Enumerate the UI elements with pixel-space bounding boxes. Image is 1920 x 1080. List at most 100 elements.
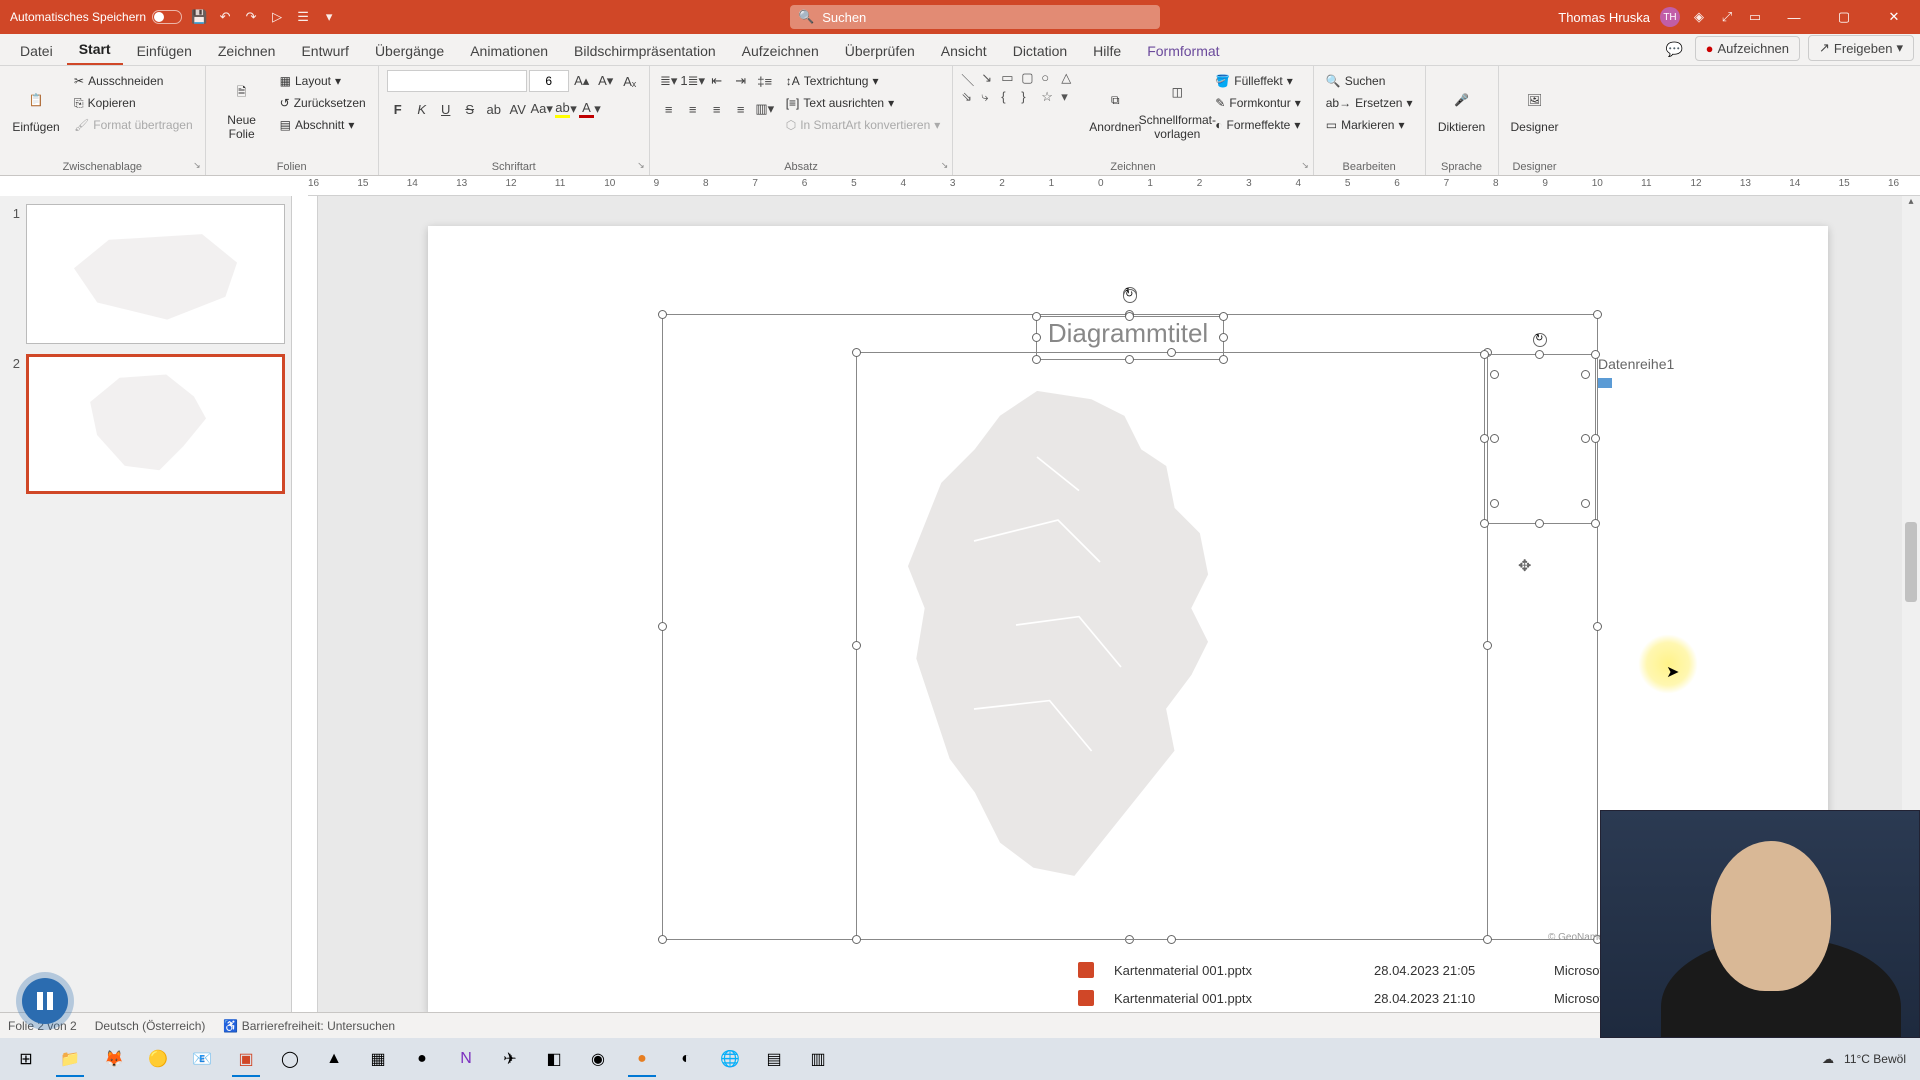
font-launcher-icon[interactable]: ↘ — [637, 160, 645, 171]
dictate-button[interactable]: 🎤Diktieren — [1434, 70, 1490, 148]
resize-handle[interactable] — [1480, 350, 1489, 359]
resize-handle[interactable] — [658, 935, 667, 944]
resize-handle[interactable] — [1219, 333, 1228, 342]
shape-rect-icon[interactable]: ▭ — [1001, 70, 1021, 89]
shape-arrow-icon[interactable]: ↘ — [981, 70, 1001, 89]
resize-handle[interactable] — [1480, 434, 1489, 443]
autosave-toggle[interactable]: Automatisches Speichern — [10, 10, 182, 24]
drawing-launcher-icon[interactable]: ↘ — [1301, 160, 1309, 171]
taskbar-obs-icon[interactable]: ◉ — [578, 1041, 618, 1077]
ribbon-display-icon[interactable]: ⤢ — [1718, 8, 1736, 26]
shadow-button[interactable]: ab — [483, 98, 505, 120]
qat-customize-icon[interactable]: ▾ — [320, 8, 338, 26]
shape-fill-button[interactable]: 🪣Fülleffekt▾ — [1211, 70, 1304, 92]
tab-animations[interactable]: Animationen — [458, 37, 560, 65]
coming-soon-icon[interactable]: ◈ — [1690, 8, 1708, 26]
char-spacing-icon[interactable]: AV — [507, 98, 529, 120]
user-avatar[interactable]: TH — [1660, 7, 1680, 27]
taskbar-vlc-icon[interactable]: ▲ — [314, 1041, 354, 1077]
undo-icon[interactable]: ↶ — [216, 8, 234, 26]
text-direction-button[interactable]: ↕ATextrichtung▾ — [782, 70, 945, 92]
tab-home[interactable]: Start — [67, 35, 123, 65]
font-color-button[interactable]: A▾ — [579, 98, 601, 120]
resize-handle[interactable] — [1535, 350, 1544, 359]
resize-handle[interactable] — [1591, 434, 1600, 443]
shape-triangle-icon[interactable]: △ — [1061, 70, 1081, 89]
change-case-icon[interactable]: Aa▾ — [531, 98, 553, 120]
select-button[interactable]: ▭Markieren▾ — [1322, 114, 1417, 136]
align-center-icon[interactable]: ≡ — [682, 98, 704, 120]
resize-handle[interactable] — [1032, 333, 1041, 342]
comments-icon[interactable]: 💬 — [1663, 37, 1687, 61]
paragraph-launcher-icon[interactable]: ↘ — [941, 160, 949, 171]
tab-help[interactable]: Hilfe — [1081, 37, 1133, 65]
resize-handle[interactable] — [1591, 519, 1600, 528]
taskbar-app2-icon[interactable]: ▦ — [358, 1041, 398, 1077]
align-text-button[interactable]: [≡]Text ausrichten▾ — [782, 92, 945, 114]
section-button[interactable]: ▤Abschnitt▾ — [276, 114, 370, 136]
thumbnail-slide-1[interactable]: 1 — [6, 204, 285, 344]
taskbar-outlook-icon[interactable]: 📧 — [182, 1041, 222, 1077]
share-button[interactable]: ↗Freigeben▾ — [1808, 35, 1914, 61]
tab-view[interactable]: Ansicht — [929, 37, 999, 65]
bold-button[interactable]: F — [387, 98, 409, 120]
taskbar-edge-icon[interactable]: 🌐 — [710, 1041, 750, 1077]
reset-button[interactable]: ↺Zurücksetzen — [276, 92, 370, 114]
user-name[interactable]: Thomas Hruska — [1558, 10, 1650, 25]
shape-line-icon[interactable]: ＼ — [961, 70, 981, 89]
weather-icon[interactable]: ☁ — [1822, 1052, 1834, 1066]
taskbar-recording-icon[interactable]: ● — [622, 1041, 662, 1077]
taskbar-powerpoint-icon[interactable]: ▣ — [226, 1041, 266, 1077]
tab-dictation[interactable]: Dictation — [1001, 37, 1079, 65]
shape-effects-button[interactable]: ◐Formeffekte▾ — [1211, 114, 1304, 136]
chart-title[interactable]: Diagrammtitel — [1048, 318, 1208, 349]
strike-button[interactable]: S — [459, 98, 481, 120]
quick-styles-button[interactable]: ◫Schnellformat-vorlagen — [1149, 70, 1205, 148]
resize-handle[interactable] — [1219, 312, 1228, 321]
shape-line2-icon[interactable]: ⇘ — [961, 89, 981, 105]
autosave-switch-icon[interactable] — [152, 10, 182, 24]
shape-rbrace-icon[interactable]: } — [1021, 89, 1041, 105]
system-tray[interactable]: ☁ 11°C Bewöl — [1822, 1052, 1914, 1066]
chart-legend[interactable]: Datenreihe1 — [1598, 356, 1708, 388]
thumbnail-slide-2[interactable]: 2 — [6, 354, 285, 494]
rotate-handle-icon[interactable] — [1123, 289, 1137, 303]
find-button[interactable]: 🔍Suchen — [1322, 70, 1417, 92]
scrollbar-thumb[interactable] — [1905, 522, 1917, 602]
arrange-button[interactable]: ⧉Anordnen — [1087, 70, 1143, 148]
record-button[interactable]: ●Aufzeichnen — [1695, 36, 1800, 61]
highlight-color-button[interactable]: ab▾ — [555, 98, 577, 120]
tab-shape-format[interactable]: Formformat — [1135, 37, 1231, 65]
scroll-up-icon[interactable]: ▴ — [1902, 196, 1920, 214]
resize-handle[interactable] — [1490, 499, 1499, 508]
bullets-icon[interactable]: ≣▾ — [658, 70, 680, 92]
resize-handle[interactable] — [1483, 641, 1492, 650]
taskbar-telegram-icon[interactable]: ✈ — [490, 1041, 530, 1077]
resize-handle[interactable] — [1581, 370, 1590, 379]
taskbar-app4-icon[interactable]: ◧ — [534, 1041, 574, 1077]
align-right-icon[interactable]: ≡ — [706, 98, 728, 120]
taskbar-firefox-icon[interactable]: 🦊 — [94, 1041, 134, 1077]
resize-handle[interactable] — [1593, 310, 1602, 319]
taskbar-app-icon[interactable]: ◯ — [270, 1041, 310, 1077]
new-slide-button[interactable]: 🗎 Neue Folie — [214, 70, 270, 148]
maximize-button[interactable]: ▢ — [1824, 0, 1864, 34]
taskbar-app5-icon[interactable]: ◐ — [666, 1041, 706, 1077]
resize-handle[interactable] — [1490, 434, 1499, 443]
shape-star-icon[interactable]: ☆ — [1041, 89, 1061, 105]
font-name-input[interactable] — [387, 70, 527, 92]
taskbar-app6-icon[interactable]: ▤ — [754, 1041, 794, 1077]
recording-pause-button[interactable] — [22, 978, 68, 1024]
tab-file[interactable]: Datei — [8, 37, 65, 65]
shapes-gallery[interactable]: ＼↘▭▢○△ ⇘⤷{}☆▾ — [961, 70, 1081, 105]
copy-button[interactable]: ⎘Kopieren — [70, 92, 197, 114]
tab-insert[interactable]: Einfügen — [125, 37, 204, 65]
language-indicator[interactable]: Deutsch (Österreich) — [95, 1019, 206, 1033]
decrease-font-icon[interactable]: A▾ — [595, 70, 617, 92]
underline-button[interactable]: U — [435, 98, 457, 120]
line-spacing-icon[interactable]: ‡≡ — [754, 70, 776, 92]
rotate-handle-icon[interactable] — [1533, 333, 1547, 347]
shape-lbrace-icon[interactable]: { — [1001, 89, 1021, 105]
italic-button[interactable]: K — [411, 98, 433, 120]
close-button[interactable]: ✕ — [1874, 0, 1914, 34]
